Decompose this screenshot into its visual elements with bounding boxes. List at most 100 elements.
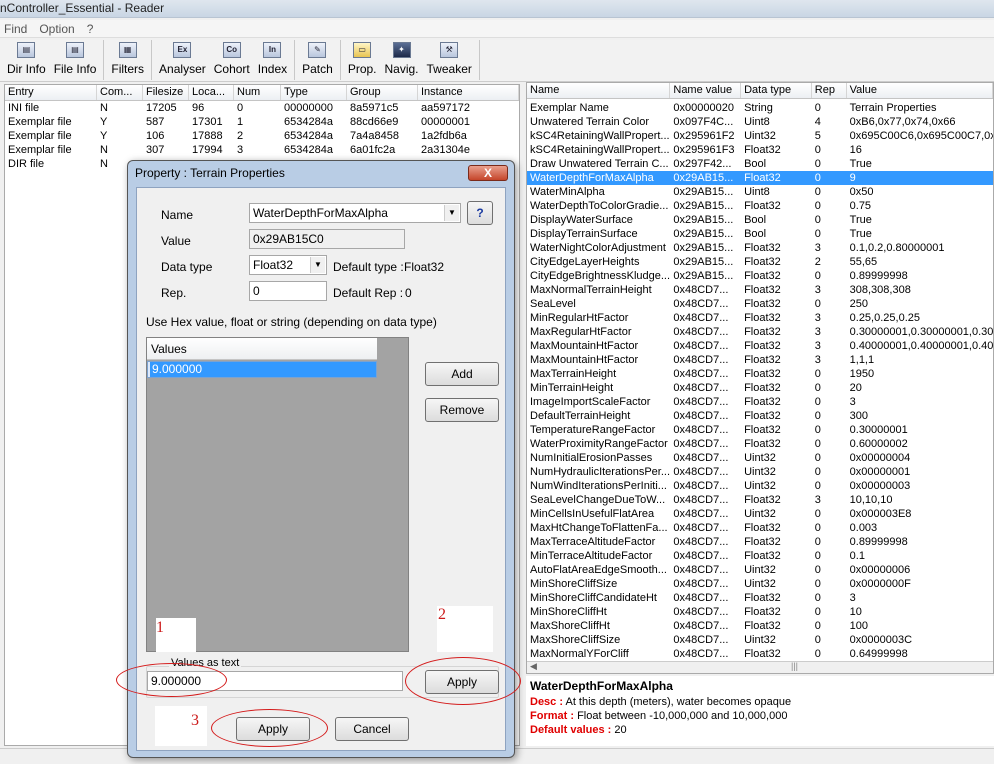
table-cell: 0x48CD7... [673, 536, 729, 548]
table-row[interactable]: DisplayWaterSurface 0x29AB15... Bool 0 True [527, 213, 993, 227]
table-row[interactable]: Unwatered Terrain Color 0x097F4C... Uint8 4… [527, 115, 993, 129]
col-filesize[interactable]: Filesize [143, 85, 189, 100]
table-row[interactable]: NumHydraulicIterationsPer... 0x48CD7... Ui… [527, 465, 993, 479]
col-type[interactable]: Type [281, 85, 347, 100]
table-row[interactable]: Exemplar file Y 106 17888 2 6534284a 7a4a8458 1… [5, 129, 519, 143]
datatype-select[interactable]: Float32 ▼ [249, 255, 327, 275]
table-row[interactable]: MaxShoreCliffHt 0x48CD7... Float32 0 100 [527, 619, 993, 633]
navig-button[interactable]: ✦ Navig. [381, 40, 423, 80]
add-button[interactable]: Add [425, 362, 499, 386]
table-row[interactable]: MinShoreCliffHt 0x48CD7... Float32 0 10 [527, 605, 993, 619]
col-compressed[interactable]: Com... [97, 85, 143, 100]
filters-button[interactable]: ▦ Filters [107, 40, 148, 80]
table-row[interactable]: MinShoreCliffSize 0x48CD7... Uint32 0 0x0000… [527, 577, 993, 591]
scroll-grip-icon[interactable]: ||| [791, 661, 798, 671]
col-name[interactable]: Name [527, 83, 671, 98]
table-cell: Float32 [744, 368, 781, 380]
col-name-value[interactable]: Name value [670, 83, 742, 98]
table-row[interactable]: MaxMountainHtFactor 0x48CD7... Float32 3 0.4… [527, 339, 993, 353]
help-button[interactable]: ? [467, 201, 493, 225]
cancel-button[interactable]: Cancel [335, 717, 409, 741]
prop-button[interactable]: ▭ Prop. [344, 40, 381, 80]
col-rep[interactable]: Rep [812, 83, 847, 98]
dir-info-button[interactable]: ▤ Dir Info [3, 40, 50, 80]
table-row[interactable]: MinTerraceAltitudeFactor 0x48CD7... Float3… [527, 549, 993, 563]
table-row[interactable]: ImageImportScaleFactor 0x48CD7... Float32 0… [527, 395, 993, 409]
table-row[interactable]: DisplayTerrainSurface 0x29AB15... Bool 0 Tru… [527, 227, 993, 241]
chevron-down-icon[interactable]: ▼ [444, 205, 459, 221]
table-row[interactable]: WaterProximityRangeFactor 0x48CD7... Float… [527, 437, 993, 451]
horizontal-scrollbar[interactable]: ◀ ||| [527, 661, 993, 673]
table-cell: Float32 [744, 270, 781, 282]
table-row[interactable]: CityEdgeBrightnessKludge... 0x29AB15... Fl… [527, 269, 993, 283]
table-row[interactable]: Exemplar Name 0x00000020 String 0 Terrain Pr… [527, 101, 993, 115]
col-num[interactable]: Num [234, 85, 281, 100]
chevron-down-icon[interactable]: ▼ [310, 257, 325, 273]
table-row[interactable]: WaterDepthToColorGradie... 0x29AB15... Flo… [527, 199, 993, 213]
table-row[interactable]: MinShoreCliffCandidateHt 0x48CD7... Float3… [527, 591, 993, 605]
table-row[interactable]: MaxTerraceAltitudeFactor 0x48CD7... Float3… [527, 535, 993, 549]
dir-info-icon: ▤ [17, 42, 36, 58]
index-button[interactable]: In Index [254, 40, 291, 80]
table-row[interactable]: TemperatureRangeFactor 0x48CD7... Float32 0… [527, 423, 993, 437]
table-row[interactable]: MinRegularHtFactor 0x48CD7... Float32 3 0.25… [527, 311, 993, 325]
col-instance[interactable]: Instance [418, 85, 519, 100]
table-row[interactable]: kSC4RetainingWallPropert... 0x295961F2 Uin… [527, 129, 993, 143]
table-row[interactable]: MaxTerrainHeight 0x48CD7... Float32 0 1950 [527, 367, 993, 381]
table-row[interactable]: SeaLevelChangeDueToW... 0x48CD7... Float32… [527, 493, 993, 507]
values-listbox[interactable]: Values 9.000000 [146, 337, 409, 652]
cohort-button[interactable]: Co Cohort [210, 40, 254, 80]
dialog-close-button[interactable]: X [468, 165, 508, 181]
table-row[interactable]: NumWindIterationsPerIniti... 0x48CD7... Ui… [527, 479, 993, 493]
rep-input[interactable]: 0 [249, 281, 327, 301]
table-row[interactable]: INI file N 17205 96 0 00000000 8a5971c5 aa59717… [5, 101, 519, 115]
properties-list[interactable]: Name Name value Data type Rep Value Exem… [526, 82, 994, 674]
values-item[interactable]: 9.000000 [147, 361, 377, 378]
table-row[interactable]: Exemplar file Y 587 17301 1 6534284a 88cd66e9 0… [5, 115, 519, 129]
table-row[interactable]: MaxNormalYForCliff 0x48CD7... Float32 0 0.64… [527, 647, 993, 661]
table-row[interactable]: CityEdgeLayerHeights 0x29AB15... Float32 2 5… [527, 255, 993, 269]
table-row[interactable]: AutoFlatAreaEdgeSmooth... 0x48CD7... Uint3… [527, 563, 993, 577]
file-info-button[interactable]: ▤ File Info [50, 40, 101, 80]
table-row[interactable]: Draw Unwatered Terrain C... 0x297F42... Bo… [527, 157, 993, 171]
menu-find[interactable]: Find [4, 20, 27, 37]
table-row[interactable]: MaxShoreCliffSize 0x48CD7... Uint32 0 0x0000… [527, 633, 993, 647]
table-row[interactable]: WaterMinAlpha 0x29AB15... Uint8 0 0x50 [527, 185, 993, 199]
table-row[interactable]: MinTerrainHeight 0x48CD7... Float32 0 20 [527, 381, 993, 395]
menu-option[interactable]: Option [39, 20, 74, 37]
scroll-left-icon[interactable]: ◀ [530, 661, 537, 672]
name-combobox[interactable]: WaterDepthForMaxAlpha ▼ [249, 203, 461, 223]
cohort-label: Cohort [213, 62, 250, 76]
table-row[interactable]: SeaLevel 0x48CD7... Float32 0 250 [527, 297, 993, 311]
table-cell: 0x48CD7... [673, 634, 729, 646]
menu-help[interactable]: ? [87, 20, 94, 37]
table-row[interactable]: NumInitialErosionPasses 0x48CD7... Uint32 0… [527, 451, 993, 465]
table-row[interactable]: DefaultTerrainHeight 0x48CD7... Float32 0 30… [527, 409, 993, 423]
col-group[interactable]: Group [347, 85, 418, 100]
table-row[interactable]: MaxMountainHtFactor 0x48CD7... Float32 3 1,1… [527, 353, 993, 367]
col-data-type[interactable]: Data type [741, 83, 812, 98]
table-row[interactable]: MaxRegularHtFactor 0x48CD7... Float32 3 0.30… [527, 325, 993, 339]
table-row[interactable]: MaxHtChangeToFlattenFa... 0x48CD7... Float… [527, 521, 993, 535]
col-entry[interactable]: Entry [5, 85, 97, 100]
col-value[interactable]: Value [847, 83, 993, 98]
tweaker-label: Tweaker [426, 62, 472, 76]
table-row[interactable]: Exemplar file N 307 17994 3 6534284a 6a01fc2a 2… [5, 143, 519, 157]
table-cell: Uint32 [744, 452, 776, 464]
table-row[interactable]: kSC4RetainingWallPropert... 0x295961F3 Flo… [527, 143, 993, 157]
table-row[interactable]: MinCellsInUsefulFlatArea 0x48CD7... Uint32… [527, 507, 993, 521]
description-panel: WaterDepthForMaxAlpha Desc : At this dep… [526, 676, 994, 746]
table-row[interactable]: WaterDepthForMaxAlpha 0x29AB15... Float32 0… [527, 171, 993, 185]
table-row[interactable]: WaterNightColorAdjustment 0x29AB15... Floa… [527, 241, 993, 255]
col-location[interactable]: Loca... [189, 85, 234, 100]
table-cell: MinTerrainHeight [530, 382, 614, 394]
table-cell: MaxMountainHtFactor [530, 340, 639, 352]
remove-button[interactable]: Remove [425, 398, 499, 422]
analyser-button[interactable]: Ex Analyser [155, 40, 210, 80]
table-cell: MinShoreCliffHt [530, 606, 607, 618]
patch-button[interactable]: ✎ Patch [298, 40, 337, 80]
table-row[interactable]: MaxNormalTerrainHeight 0x48CD7... Float32 3… [527, 283, 993, 297]
default-rep-value: 0 [405, 286, 412, 300]
tweaker-button[interactable]: ⚒ Tweaker [423, 40, 476, 80]
table-cell: 0x48CD7... [673, 396, 729, 408]
